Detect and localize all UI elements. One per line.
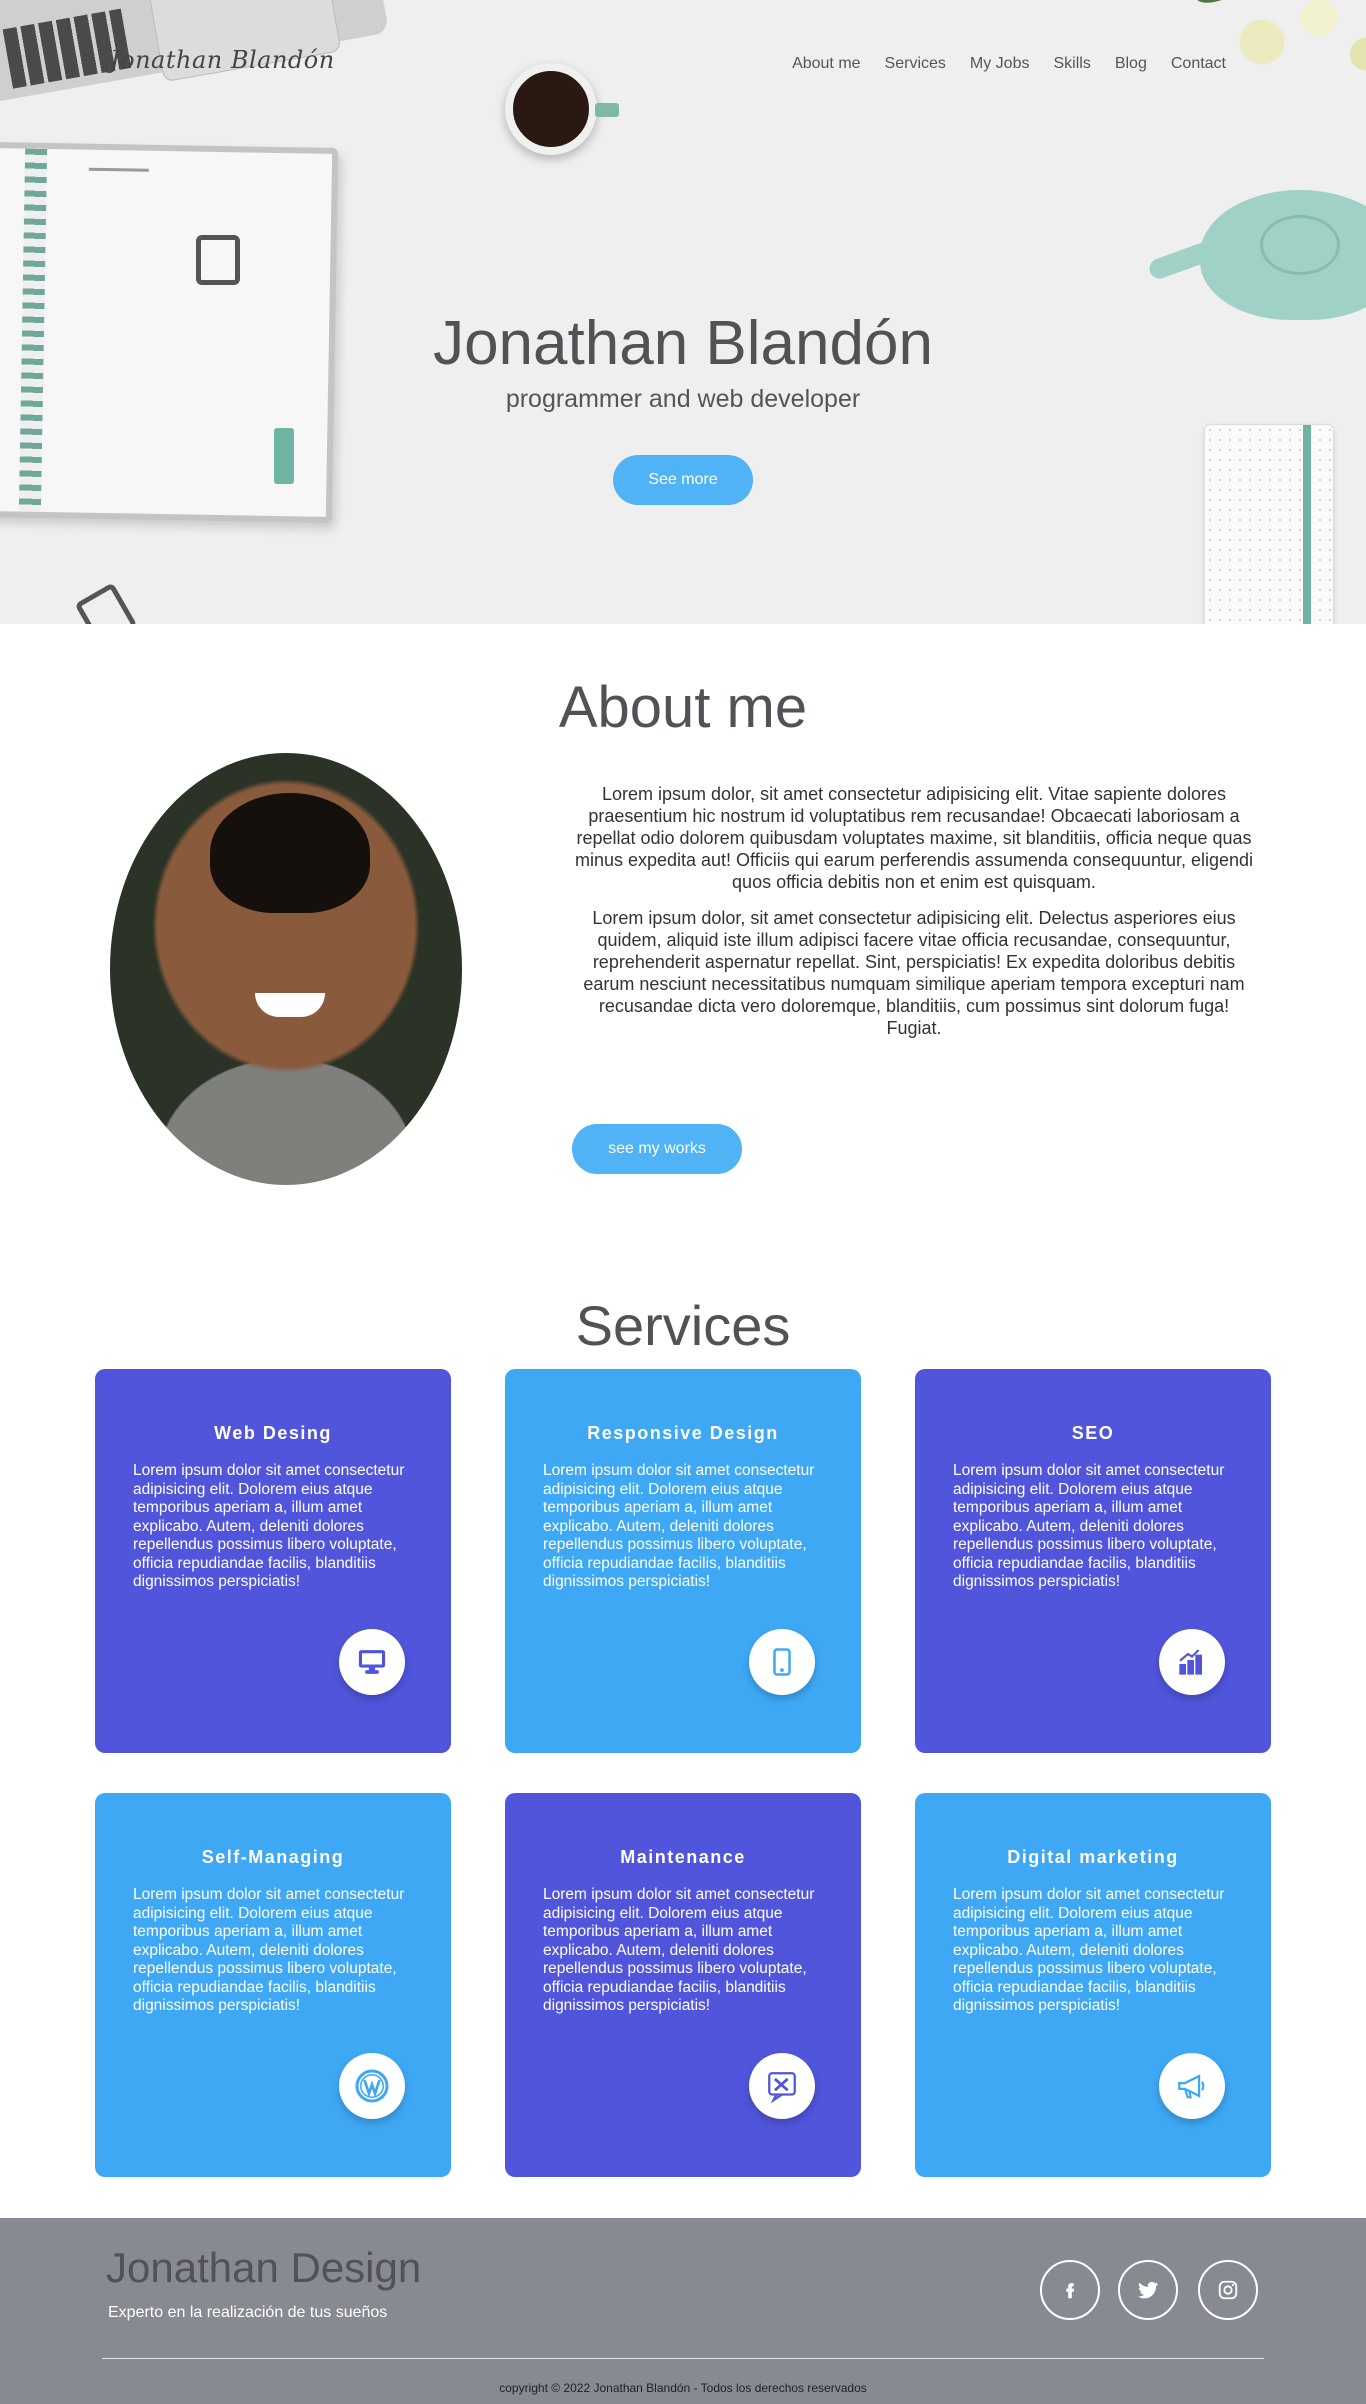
- flowers-image: [1193, 0, 1366, 90]
- service-card-text: Lorem ipsum dolor sit amet consectetur a…: [133, 1462, 405, 1590]
- about-title: About me: [558, 675, 808, 740]
- service-card-title: Maintenance: [620, 1847, 746, 1867]
- about-paragraph: Lorem ipsum dolor, sit amet consectetur …: [583, 908, 1245, 1038]
- copyright-text: copyright © 2022 Jonathan Blandón - Todo…: [499, 2381, 867, 2395]
- binder-clip-image: [196, 235, 240, 285]
- hero-section: Jonathan Blandón About me Services My Jo…: [0, 0, 1366, 624]
- footer-brand: Jonathan Design: [106, 2244, 422, 2291]
- service-card-text: Lorem ipsum dolor sit amet consectetur a…: [953, 1886, 1225, 2014]
- facebook-icon[interactable]: [1040, 2260, 1100, 2320]
- nav-link-blog[interactable]: Blog: [1115, 55, 1147, 73]
- service-card-web-design: Web Desing Lorem ipsum dolor sit amet co…: [95, 1369, 451, 1753]
- footer-tagline: Experto en la realización de tus sueños: [108, 2304, 388, 2321]
- service-card-seo: SEO Lorem ipsum dolor sit amet consectet…: [915, 1369, 1271, 1753]
- wordpress-icon: [339, 2053, 405, 2119]
- service-card-title: SEO: [1071, 1423, 1115, 1443]
- hero-title: Jonathan Blandón: [433, 309, 933, 378]
- instagram-icon[interactable]: [1198, 2260, 1258, 2320]
- service-card-text: Lorem ipsum dolor sit amet consectetur a…: [133, 1886, 405, 2014]
- notepad-image: [1204, 424, 1334, 624]
- service-card-title: Self-Managing: [201, 1847, 345, 1867]
- eraser-image: [274, 428, 294, 484]
- coffee-cup-image: [505, 63, 597, 155]
- service-card-text: Lorem ipsum dolor sit amet consectetur a…: [543, 1886, 815, 2014]
- binder-clip-image: [74, 582, 138, 624]
- see-my-works-button[interactable]: see my works: [572, 1124, 742, 1174]
- service-card-digital-marketing: Digital marketing Lorem ipsum dolor sit …: [915, 1793, 1271, 2177]
- nav-link-about[interactable]: About me: [792, 55, 860, 73]
- footer: Jonathan Design Experto en la realizació…: [0, 2218, 1366, 2404]
- about-text: Lorem ipsum dolor, sit amet consectetur …: [572, 783, 1256, 1053]
- smartphone-icon: [749, 1629, 815, 1695]
- service-card-title: Web Desing: [214, 1423, 332, 1443]
- service-card-title: Digital marketing: [1007, 1847, 1179, 1867]
- site-logo[interactable]: Jonathan Blandón: [110, 46, 335, 74]
- hero-subtitle: programmer and web developer: [505, 385, 861, 413]
- service-card-text: Lorem ipsum dolor sit amet consectetur a…: [953, 1462, 1225, 1590]
- see-more-button[interactable]: See more: [613, 455, 753, 505]
- service-card-maintenance: Maintenance Lorem ipsum dolor sit amet c…: [505, 1793, 861, 2177]
- nav-link-services[interactable]: Services: [885, 55, 946, 73]
- nav-link-contact[interactable]: Contact: [1171, 55, 1226, 73]
- service-card-text: Lorem ipsum dolor sit amet consectetur a…: [543, 1462, 815, 1590]
- tools-icon: [749, 2053, 815, 2119]
- nav-link-skills[interactable]: Skills: [1053, 55, 1090, 73]
- service-card-title: Responsive Design: [587, 1423, 779, 1443]
- main-nav: About me Services My Jobs Skills Blog Co…: [792, 55, 1226, 73]
- about-paragraph: Lorem ipsum dolor, sit amet consectetur …: [574, 784, 1254, 892]
- growth-chart-icon: [1159, 1629, 1225, 1695]
- megaphone-icon: [1159, 2053, 1225, 2119]
- nav-link-my-jobs[interactable]: My Jobs: [970, 55, 1030, 73]
- services-title: Services: [575, 1294, 791, 1357]
- monitor-icon: [339, 1629, 405, 1695]
- profile-photo: [110, 753, 462, 1185]
- service-card-self-managing: Self-Managing Lorem ipsum dolor sit amet…: [95, 1793, 451, 2177]
- footer-divider: [102, 2358, 1264, 2359]
- twitter-icon[interactable]: [1118, 2260, 1178, 2320]
- service-card-responsive-design: Responsive Design Lorem ipsum dolor sit …: [505, 1369, 861, 1753]
- teapot-image: [1200, 190, 1366, 320]
